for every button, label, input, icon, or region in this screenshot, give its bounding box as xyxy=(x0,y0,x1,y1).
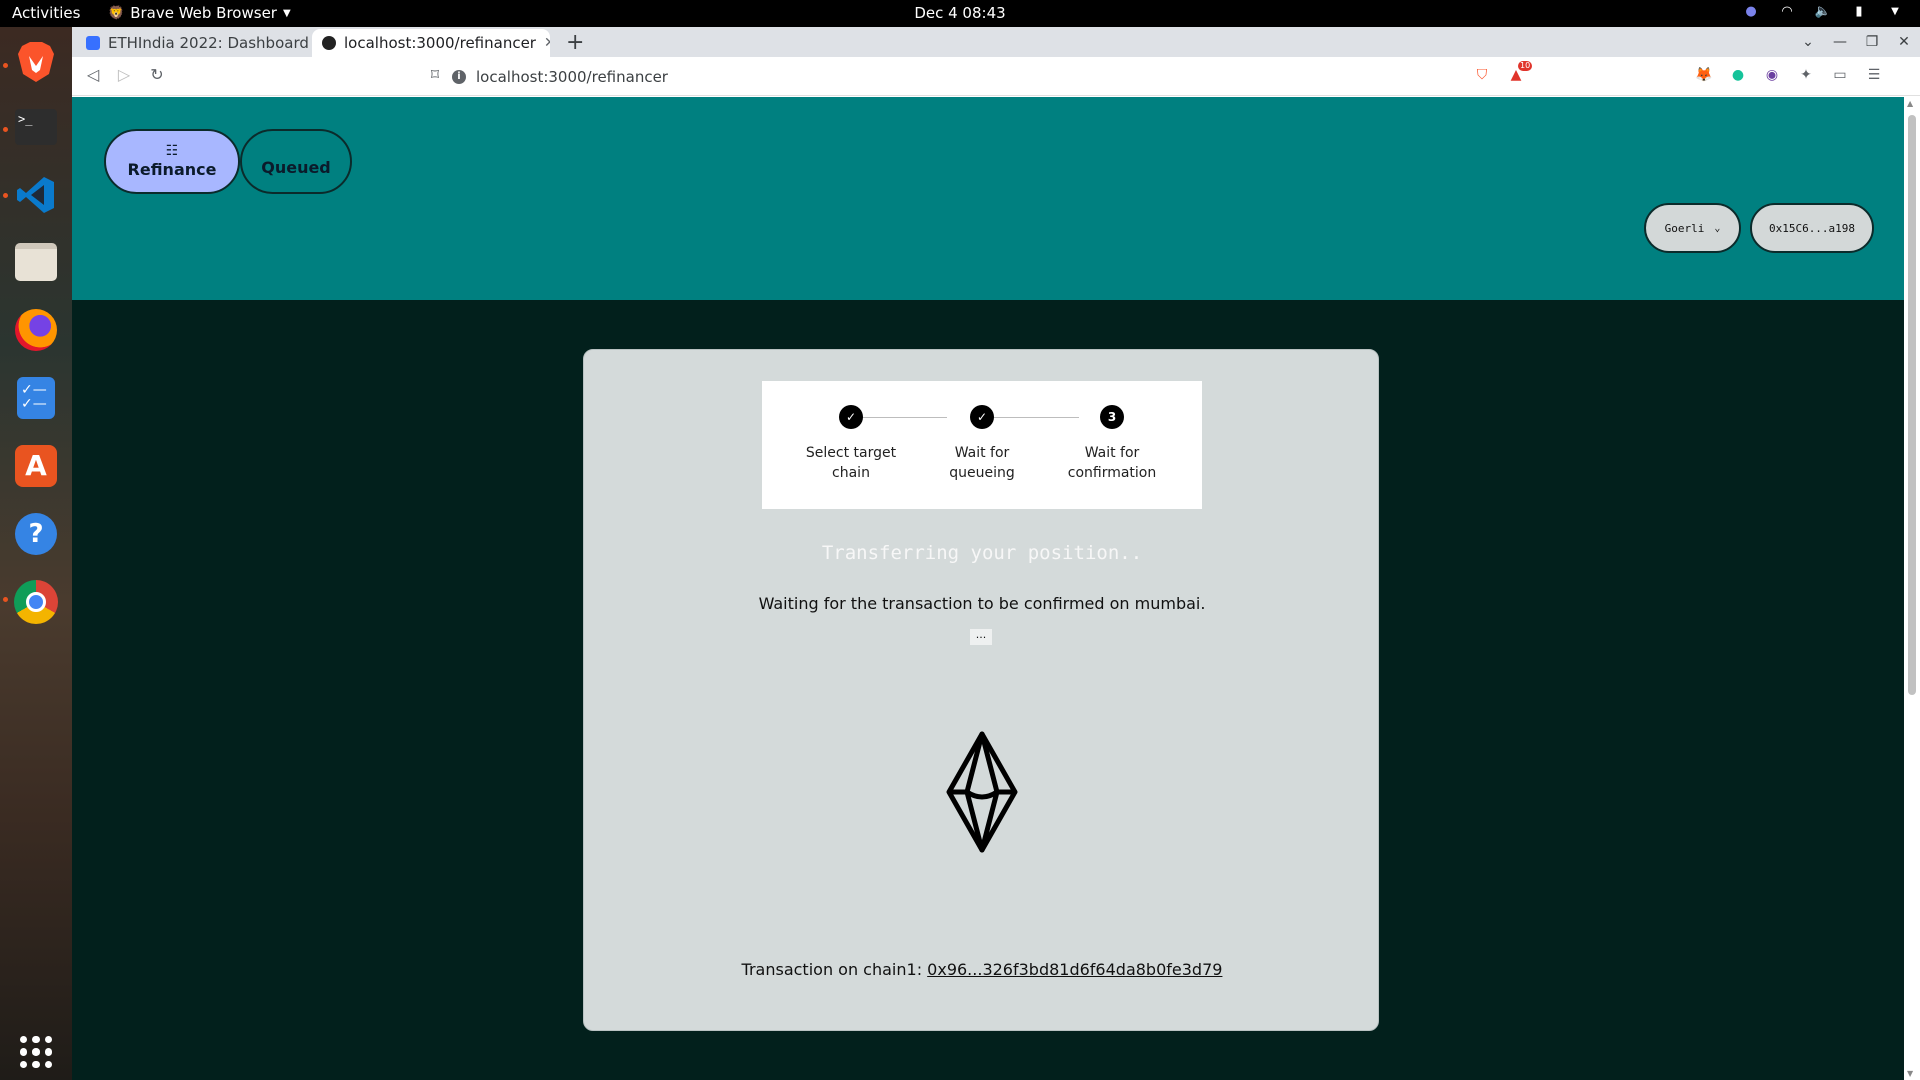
step-label: queueing xyxy=(949,465,1015,481)
tab-strip: ETHIndia 2022: Dashboard | D localhost:3… xyxy=(72,27,1920,57)
ethereum-logo-icon xyxy=(946,731,1018,853)
loading-ellipsis: ... xyxy=(970,629,992,645)
browser-window: ETHIndia 2022: Dashboard | D localhost:3… xyxy=(72,27,1920,1080)
address-bar[interactable]: i localhost:3000/refinancer xyxy=(452,63,1542,91)
tab-ethindia-dashboard[interactable]: ETHIndia 2022: Dashboard | D xyxy=(76,29,311,57)
brave-rewards-icon[interactable]: ▲ 10 xyxy=(1506,61,1533,85)
check-icon: ✓ xyxy=(970,405,994,429)
transaction-label: Transaction on chain1: xyxy=(741,960,923,979)
tasks-icon[interactable]: ✓— ✓— xyxy=(11,373,61,423)
back-button[interactable]: ◁ xyxy=(82,65,104,84)
app-name: Brave Web Browser xyxy=(130,4,277,22)
page-scrollbar[interactable]: ▲ ▼ xyxy=(1904,97,1920,1080)
nav-refinance-label: Refinance xyxy=(127,160,217,179)
scroll-down-icon[interactable]: ▼ xyxy=(1907,1069,1913,1078)
chevron-down-icon: ▼ xyxy=(282,7,291,19)
status-heading: Transferring your position.. xyxy=(821,542,1143,564)
tab-refinancer[interactable]: localhost:3000/refinancer ✕ xyxy=(312,29,550,57)
devfolio-favicon-icon xyxy=(86,36,100,50)
help-icon[interactable]: ? xyxy=(11,509,61,559)
minimize-button[interactable]: — xyxy=(1824,29,1856,55)
system-tray[interactable]: ● ◠ 🔈 ▮ ▼ xyxy=(1742,3,1904,21)
step-select-target-chain: ✓ Select target chain xyxy=(796,405,906,483)
new-tab-button[interactable]: + xyxy=(566,30,584,55)
brave-lion-icon: 🦁 xyxy=(108,5,125,21)
nav-refinance-button[interactable]: ☷ Refinance xyxy=(104,129,240,194)
brave-shields-icon[interactable]: ⛉ xyxy=(1472,65,1492,85)
extension-icon-purple[interactable]: ◉ xyxy=(1762,65,1782,85)
scroll-up-icon[interactable]: ▲ xyxy=(1907,99,1913,108)
browser-toolbar: ◁ ▷ ↻ ⌑ i localhost:3000/refinancer ⛉ ▲ 1… xyxy=(72,57,1920,96)
close-tab-icon[interactable]: ✕ xyxy=(544,35,550,51)
teams-icon[interactable]: ● xyxy=(1742,3,1760,21)
react-favicon-icon xyxy=(322,36,336,50)
transaction-hash-link[interactable]: 0x96...326f3bd81d6f64da8b0fe3d79 xyxy=(927,960,1222,979)
step-wait-for-confirmation: 3 Wait for confirmation xyxy=(1057,405,1167,483)
menu-icon[interactable]: ☰ xyxy=(1864,65,1884,85)
firefox-icon[interactable] xyxy=(11,305,61,355)
rewards-badge: 10 xyxy=(1518,61,1533,71)
extensions-area: ⛉ ▲ 10 🦊 ● ◉ ✦ ▭ ☰ xyxy=(1472,61,1884,85)
dock: >_ ✓— ✓— A ? xyxy=(0,27,72,1080)
transaction-line: Transaction on chain1: 0x96...326f3bd81d… xyxy=(584,960,1380,979)
network-selected-value: Goerli xyxy=(1664,221,1705,235)
wallet-address: 0x15C6...a198 xyxy=(1768,221,1856,235)
status-message: Waiting for the transaction to be confir… xyxy=(758,594,1206,613)
scrollbar-thumb[interactable] xyxy=(1908,115,1916,695)
step-label: Wait for xyxy=(954,445,1010,461)
app-menu[interactable]: 🦁 Brave Web Browser ▼ xyxy=(108,4,291,22)
maximize-button[interactable]: ❐ xyxy=(1856,29,1888,55)
reload-button[interactable]: ↻ xyxy=(146,65,168,84)
list-icon: ☷ xyxy=(165,143,179,159)
power-menu-icon[interactable]: ▼ xyxy=(1886,3,1904,21)
tab-title: localhost:3000/refinancer xyxy=(344,34,536,52)
app-grid-icon[interactable] xyxy=(11,1027,61,1077)
step-label: Wait for xyxy=(1084,445,1140,461)
tab-search-icon[interactable]: ⌄ xyxy=(1792,29,1824,55)
active-indicator xyxy=(3,597,8,602)
close-window-button[interactable]: ✕ xyxy=(1888,29,1920,55)
os-top-bar: Activities 🦁 Brave Web Browser ▼ Dec 4 0… xyxy=(0,0,1920,27)
wallet-address-button[interactable]: 0x15C6...a198 xyxy=(1750,203,1874,253)
progress-stepper: ✓ Select target chain ✓ Wait for queueing … xyxy=(762,381,1202,509)
step-wait-for-queueing: ✓ Wait for queueing xyxy=(927,405,1037,483)
step-label: Select target xyxy=(805,445,897,461)
active-indicator xyxy=(3,127,8,132)
app-header: ☷ Refinance Queued Goerli ⌄ 0x15C6...a19… xyxy=(72,97,1904,300)
extensions-puzzle-icon[interactable]: ✦ xyxy=(1796,65,1816,85)
volume-icon[interactable]: 🔈 xyxy=(1814,3,1832,21)
wifi-icon[interactable]: ◠ xyxy=(1778,3,1796,21)
check-icon: ✓ xyxy=(839,405,863,429)
refinance-progress-card: ✓ Select target chain ✓ Wait for queueing … xyxy=(583,349,1379,1031)
chrome-icon[interactable] xyxy=(11,577,61,627)
nav-queued-label: Queued xyxy=(261,158,331,177)
chevron-down-icon: ⌄ xyxy=(1714,222,1721,234)
step-label: chain xyxy=(832,465,870,481)
vscode-icon[interactable] xyxy=(11,170,61,220)
bookmark-icon[interactable]: ⌑ xyxy=(424,65,446,84)
terminal-icon[interactable]: >_ xyxy=(11,102,61,152)
metamask-icon[interactable]: 🦊 xyxy=(1694,65,1714,85)
grammarly-icon[interactable]: ● xyxy=(1728,65,1748,85)
activities-button[interactable]: Activities xyxy=(12,4,80,22)
forward-button[interactable]: ▷ xyxy=(113,65,135,84)
brave-icon[interactable] xyxy=(11,37,61,87)
app-center-icon[interactable]: A xyxy=(11,441,61,491)
files-icon[interactable] xyxy=(11,237,61,287)
url-text[interactable]: localhost:3000/refinancer xyxy=(476,68,668,86)
page-content: ☷ Refinance Queued Goerli ⌄ 0x15C6...a19… xyxy=(72,97,1904,1080)
wallet-icon[interactable]: ▭ xyxy=(1830,65,1850,85)
battery-icon[interactable]: ▮ xyxy=(1850,3,1868,21)
nav-queued-button[interactable]: Queued xyxy=(240,129,352,194)
active-indicator xyxy=(3,63,8,68)
network-select[interactable]: Goerli ⌄ xyxy=(1644,203,1741,253)
step-label: confirmation xyxy=(1067,465,1157,481)
tab-title: ETHIndia 2022: Dashboard | D xyxy=(108,34,311,52)
window-controls: ⌄ — ❐ ✕ xyxy=(1792,29,1920,55)
active-indicator xyxy=(3,193,8,198)
site-info-icon[interactable]: i xyxy=(452,70,466,84)
step-number: 3 xyxy=(1100,405,1124,429)
